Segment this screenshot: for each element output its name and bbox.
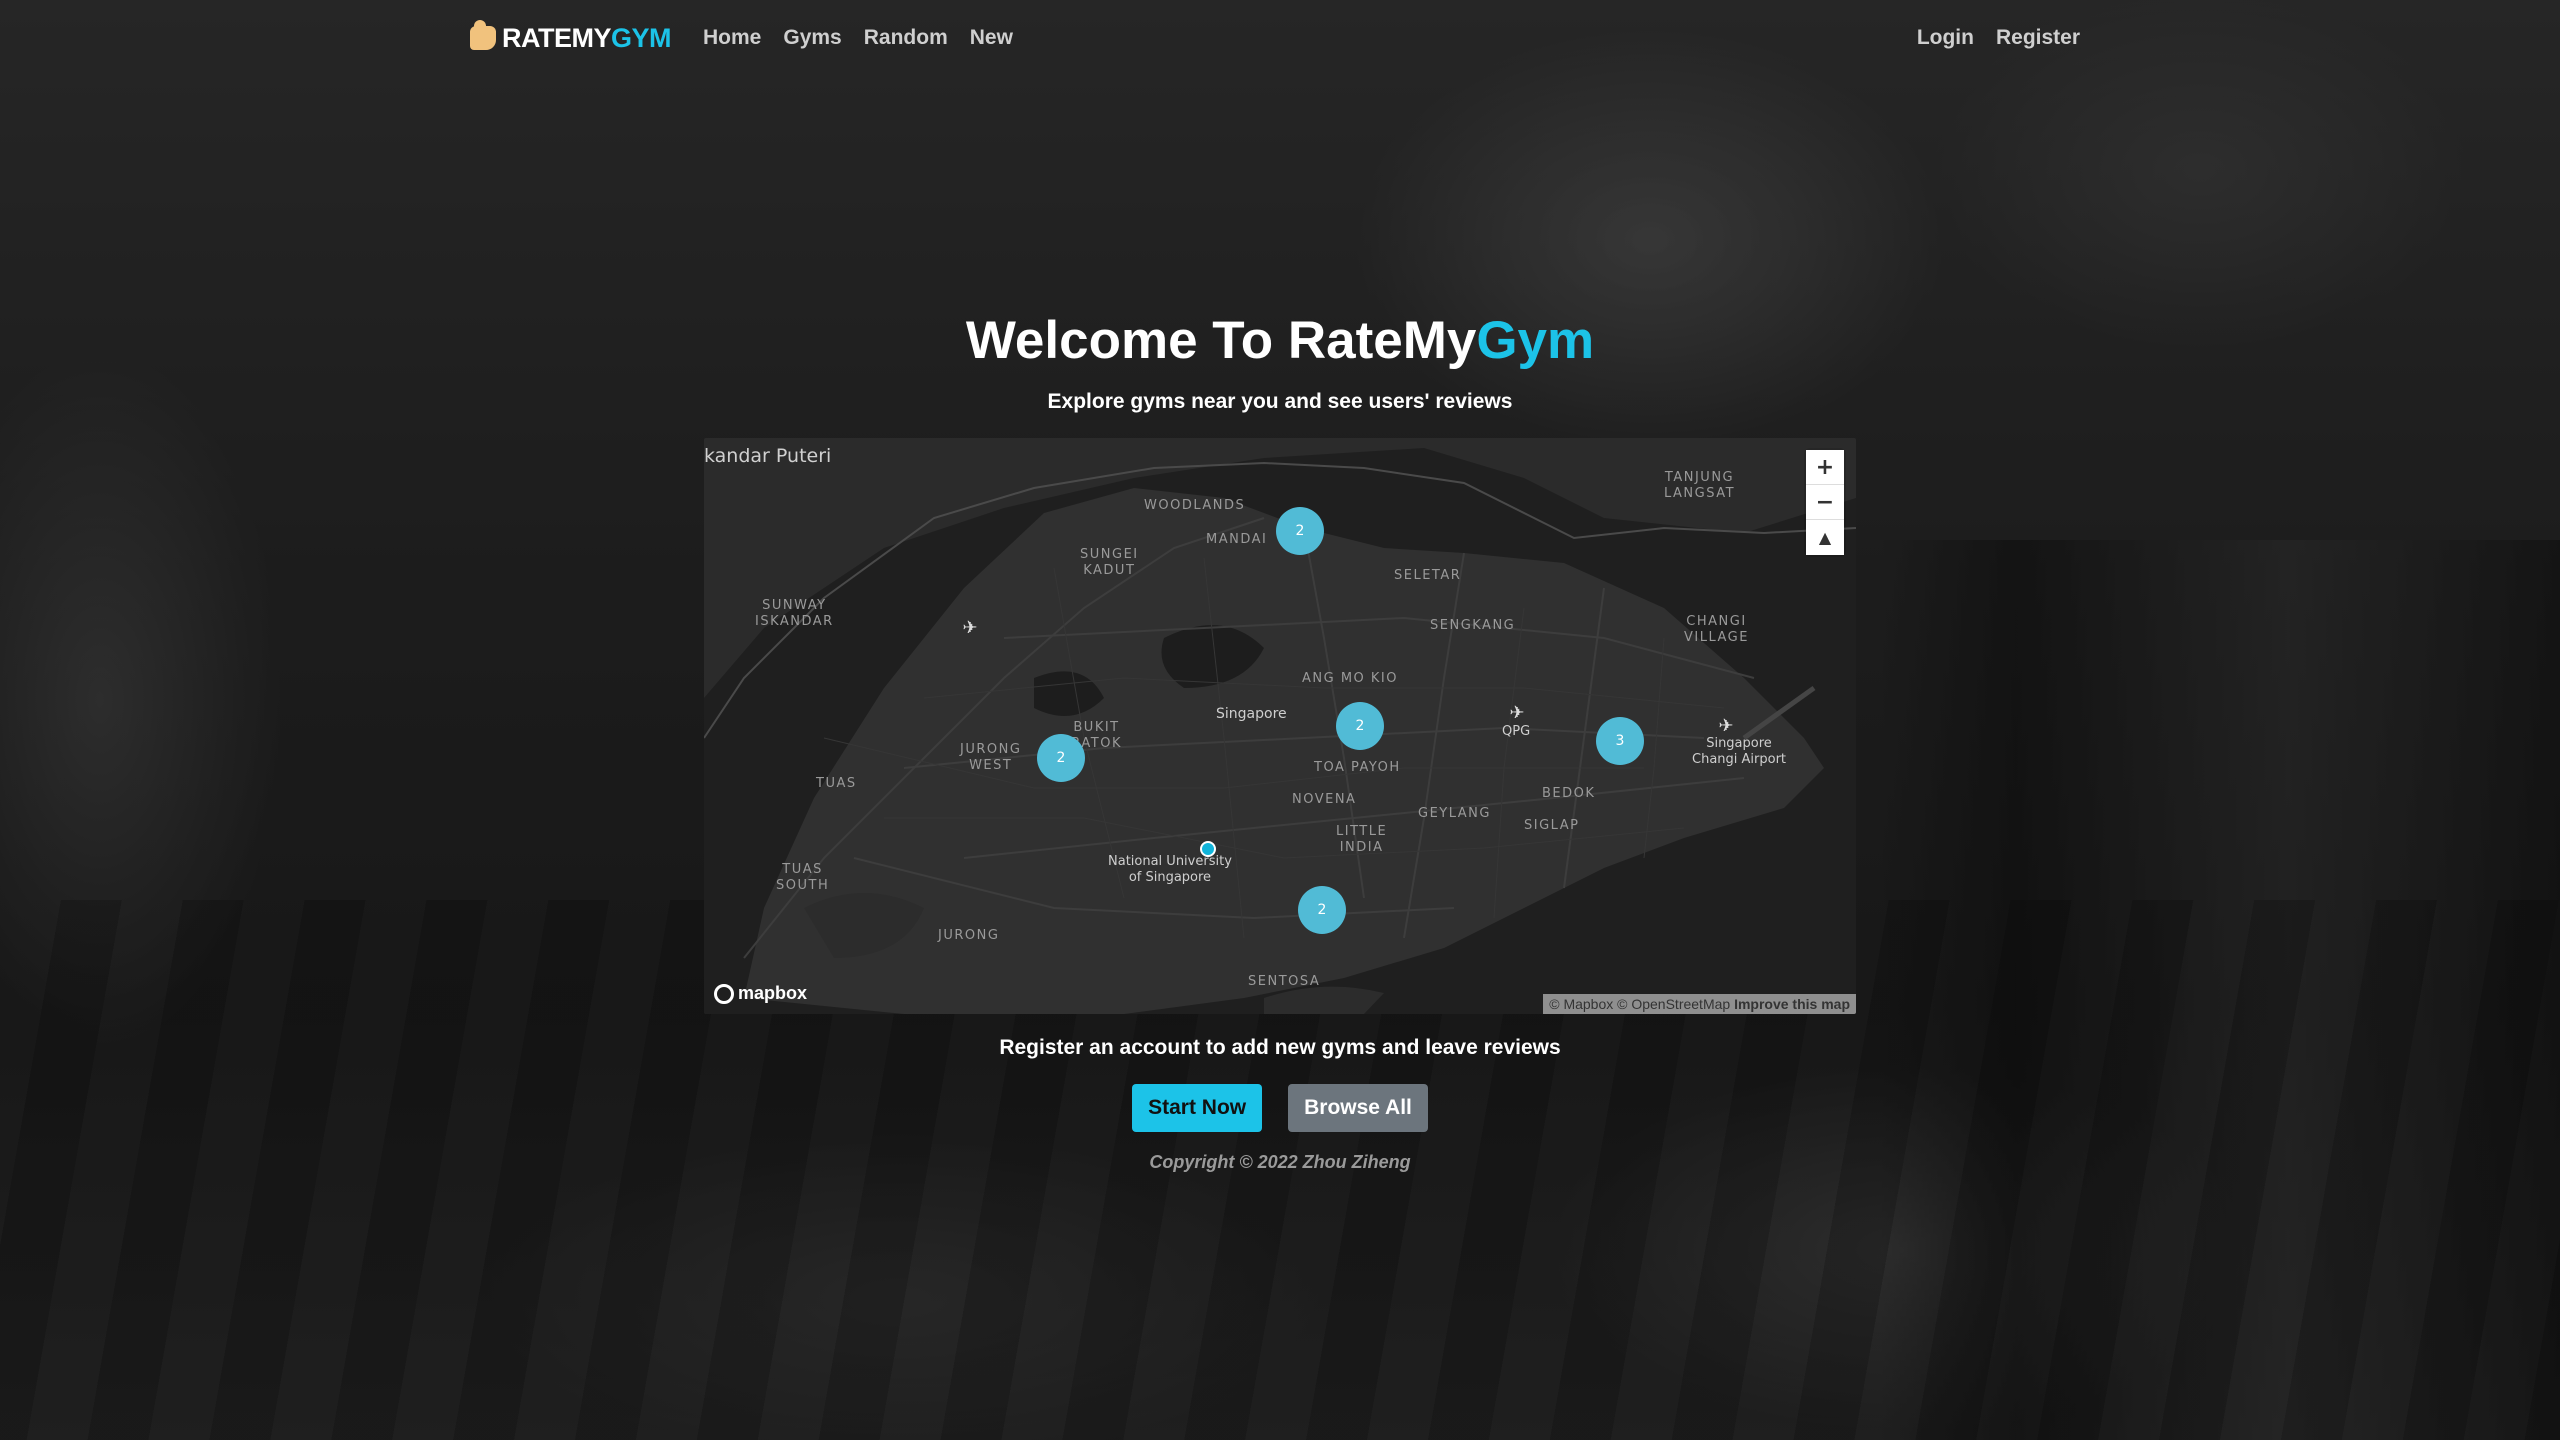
map-label-toa-payoh: TOA PAYOH (1314, 760, 1401, 775)
nav-link-home[interactable]: Home (703, 26, 761, 50)
map-label-sentosa: SENTOSA (1248, 974, 1321, 989)
airport-icon: ✈ (1718, 715, 1734, 737)
gym-cluster-map[interactable]: kandar Puteri WOODLANDS MANDAI SUNGEI KA… (704, 438, 1856, 1014)
zoom-out-button[interactable]: − (1806, 485, 1844, 520)
airport-icon: ✈ (1509, 702, 1525, 724)
hero-title-main: Welcome To RateMy (965, 311, 1477, 370)
nav-link-new[interactable]: New (970, 26, 1013, 50)
navbar-right: Login Register (1917, 26, 2080, 50)
nav-link-random[interactable]: Random (864, 26, 948, 50)
start-now-button[interactable]: Start Now (1132, 1084, 1263, 1132)
nav-link-login[interactable]: Login (1917, 26, 1974, 50)
compass-button[interactable]: ▲ (1806, 520, 1844, 555)
nav-link-register[interactable]: Register (1996, 26, 2080, 50)
zoom-in-button[interactable]: + (1806, 450, 1844, 485)
mapbox-logo-icon (714, 983, 734, 1004)
brand-text-main: RATEMY (502, 22, 612, 53)
brand-wordmark: RATEMYGYM (502, 22, 672, 54)
map-label-seletar: SELETAR (1394, 568, 1462, 583)
map-attribution: © Mapbox © OpenStreetMap Improve this ma… (1543, 994, 1856, 1014)
map-label-sungei-kadut: SUNGEI KADUT (1080, 547, 1139, 578)
mapbox-logo-text: mapbox (738, 983, 808, 1003)
hero-title: Welcome To RateMyGym (0, 310, 2560, 371)
gym-point-marker[interactable] (1200, 841, 1216, 857)
map-label-woodlands: WOODLANDS (1144, 498, 1246, 513)
map-label-sunway-iskandar: SUNWAY ISKANDAR (755, 598, 834, 629)
map-label-tuas-south: TUAS SOUTH (776, 862, 830, 893)
cta-buttons: Start Now Browse All (0, 1084, 2560, 1132)
brand-logo-link[interactable]: RATEMYGYM (470, 20, 672, 54)
map-label-tanjung-langsat: TANJUNG LANGSAT (1664, 470, 1736, 501)
map-label-qpg: QPG (1502, 724, 1531, 739)
attribution-mapbox-link[interactable]: © Mapbox (1549, 996, 1613, 1012)
map-label-sengkang: SENGKANG (1430, 618, 1516, 633)
map-label-bedok: BEDOK (1542, 786, 1596, 801)
map-label-mandai: MANDAI (1206, 532, 1268, 547)
brand-text-accent: GYM (611, 22, 672, 53)
browse-all-button[interactable]: Browse All (1288, 1084, 1428, 1132)
map-label-jurong-west: JURONG WEST (960, 742, 1022, 773)
map-zoom-controls: + − ▲ (1806, 450, 1844, 555)
improve-map-link[interactable]: Improve this map (1734, 996, 1850, 1012)
gym-cluster-marker[interactable]: 2 (1336, 702, 1384, 750)
map-label-nus: National University of Singapore (1108, 854, 1232, 885)
mapbox-logo[interactable]: mapbox (714, 983, 807, 1004)
navbar: RATEMYGYM Home Gyms Random New Login Reg… (470, 18, 2080, 58)
map-label-novena: NOVENA (1292, 792, 1357, 807)
hero-title-accent: Gym (1476, 311, 1595, 370)
flexed-arm-icon (470, 20, 496, 50)
gym-cluster-marker[interactable]: 2 (1276, 507, 1324, 555)
navbar-left: RATEMYGYM Home Gyms Random New (470, 20, 1013, 54)
map-label-ang-mo-kio: ANG MO KIO (1302, 671, 1398, 686)
gym-cluster-marker[interactable]: 2 (1037, 734, 1085, 782)
airport-icon: ✈ (962, 617, 978, 639)
map-label-iskandar: kandar Puteri (704, 445, 832, 467)
gym-cluster-marker[interactable]: 2 (1298, 886, 1346, 934)
footer-copyright: Copyright © 2022 Zhou Ziheng (1149, 1152, 1411, 1172)
map-label-siglap: SIGLAP (1524, 818, 1580, 833)
map-label-geylang: GEYLANG (1418, 806, 1491, 821)
gym-cluster-marker[interactable]: 3 (1596, 717, 1644, 765)
map-label-changi-airport: Singapore Changi Airport (1692, 736, 1787, 767)
map-label-changi-village: CHANGI VILLAGE (1684, 614, 1749, 645)
attribution-osm-link[interactable]: © OpenStreetMap (1617, 996, 1730, 1012)
cta-text: Register an account to add new gyms and … (999, 1036, 1561, 1059)
hero-subtitle: Explore gyms near you and see users' rev… (1047, 390, 1513, 413)
map-label-singapore: Singapore (1216, 706, 1287, 722)
map-label-little-india: LITTLE INDIA (1336, 824, 1388, 855)
map-label-tuas: TUAS (816, 776, 857, 791)
nav-link-gyms[interactable]: Gyms (783, 26, 841, 50)
map-label-jurong: JURONG (938, 928, 1000, 943)
